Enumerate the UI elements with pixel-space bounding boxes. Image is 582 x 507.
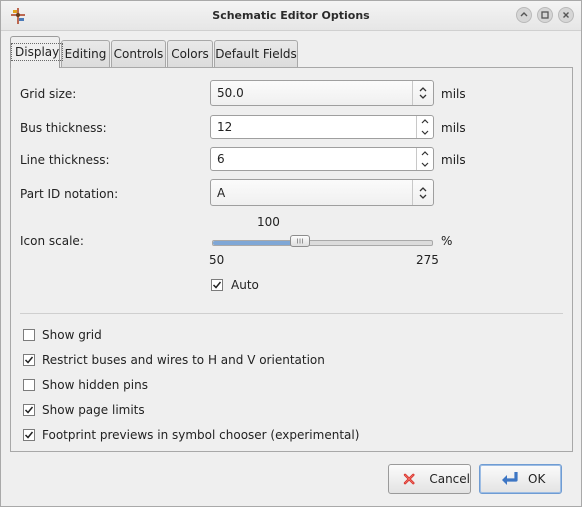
bus-thickness-spinbox[interactable]: 12	[210, 115, 434, 139]
maximize-icon[interactable]	[537, 7, 553, 23]
icon-scale-max: 275	[416, 253, 439, 267]
slider-handle[interactable]	[290, 235, 311, 247]
close-icon[interactable]	[558, 7, 574, 23]
spin-up-icon[interactable]	[417, 148, 433, 159]
icon-scale-unit: %	[441, 234, 453, 248]
tab-label: Colors	[171, 47, 209, 61]
cancel-icon	[403, 473, 415, 485]
title-bar[interactable]: Schematic Editor Options	[1, 1, 581, 31]
tab-default-fields[interactable]: Default Fields	[214, 40, 298, 67]
bus-thickness-unit: mils	[441, 121, 466, 135]
tab-label: Default Fields	[215, 47, 297, 61]
part-id-notation-label: Part ID notation:	[20, 187, 119, 201]
tab-label: Editing	[64, 47, 107, 61]
spin-buttons[interactable]	[416, 148, 433, 170]
auto-checkbox[interactable]	[211, 279, 223, 291]
tab-editing[interactable]: Editing	[61, 40, 110, 67]
grid-size-combo[interactable]: 50.0	[210, 80, 434, 106]
grid-size-value: 50.0	[217, 86, 244, 100]
icon-scale-label: Icon scale:	[20, 234, 84, 248]
tab-label: Controls	[113, 47, 164, 61]
show-hidden-pins-label[interactable]: Show hidden pins	[42, 378, 148, 392]
slider-fill	[213, 241, 302, 245]
footprint-previews-checkbox[interactable]	[23, 429, 35, 441]
ok-label: OK	[528, 472, 546, 486]
cancel-button[interactable]: Cancel	[388, 464, 471, 494]
part-id-notation-value: A	[217, 186, 226, 200]
footprint-previews-label[interactable]: Footprint previews in symbol chooser (ex…	[42, 428, 359, 442]
window-title: Schematic Editor Options	[212, 9, 370, 22]
restrict-hv-label[interactable]: Restrict buses and wires to H and V orie…	[42, 353, 325, 367]
show-hidden-pins-checkbox[interactable]	[23, 379, 35, 391]
grid-size-label: Grid size:	[20, 87, 77, 101]
separator	[20, 313, 563, 314]
show-page-limits-checkbox[interactable]	[23, 404, 35, 416]
spin-up-icon[interactable]	[417, 116, 433, 127]
spin-down-icon[interactable]	[417, 159, 433, 170]
line-thickness-value: 6	[217, 152, 225, 166]
line-thickness-unit: mils	[441, 153, 466, 167]
show-grid-label[interactable]: Show grid	[42, 328, 102, 342]
updown-chevron-icon	[412, 81, 433, 105]
tab-colors[interactable]: Colors	[167, 40, 213, 67]
bus-thickness-value: 12	[217, 120, 233, 134]
show-grid-checkbox[interactable]	[23, 329, 35, 341]
spin-buttons[interactable]	[416, 116, 433, 138]
enter-arrow-icon	[502, 472, 518, 485]
tab-display[interactable]: Display	[10, 36, 64, 68]
auto-label[interactable]: Auto	[231, 278, 259, 292]
show-page-limits-label[interactable]: Show page limits	[42, 403, 145, 417]
restrict-hv-checkbox[interactable]	[23, 354, 35, 366]
bus-thickness-label: Bus thickness:	[20, 121, 107, 135]
spin-down-icon[interactable]	[417, 127, 433, 138]
grid-size-unit: mils	[441, 87, 466, 101]
checkmark-icon	[24, 406, 34, 414]
checkmark-icon	[24, 431, 34, 439]
updown-chevron-icon	[412, 180, 433, 205]
ok-button[interactable]: OK	[479, 464, 562, 494]
icon-scale-value: 100	[257, 215, 280, 229]
tab-label: Display	[11, 43, 64, 61]
icon-scale-min: 50	[209, 253, 225, 267]
checkmark-icon	[212, 281, 222, 289]
checkmark-icon	[24, 356, 34, 364]
tab-controls[interactable]: Controls	[111, 40, 166, 67]
line-thickness-label: Line thickness:	[20, 153, 110, 167]
icon-scale-slider[interactable]	[212, 240, 433, 246]
shade-icon[interactable]	[516, 7, 532, 23]
options-dialog: Schematic Editor Options Display Editing…	[0, 0, 582, 507]
cancel-label: Cancel	[429, 472, 470, 486]
part-id-notation-combo[interactable]: A	[210, 179, 434, 206]
line-thickness-spinbox[interactable]: 6	[210, 147, 434, 171]
